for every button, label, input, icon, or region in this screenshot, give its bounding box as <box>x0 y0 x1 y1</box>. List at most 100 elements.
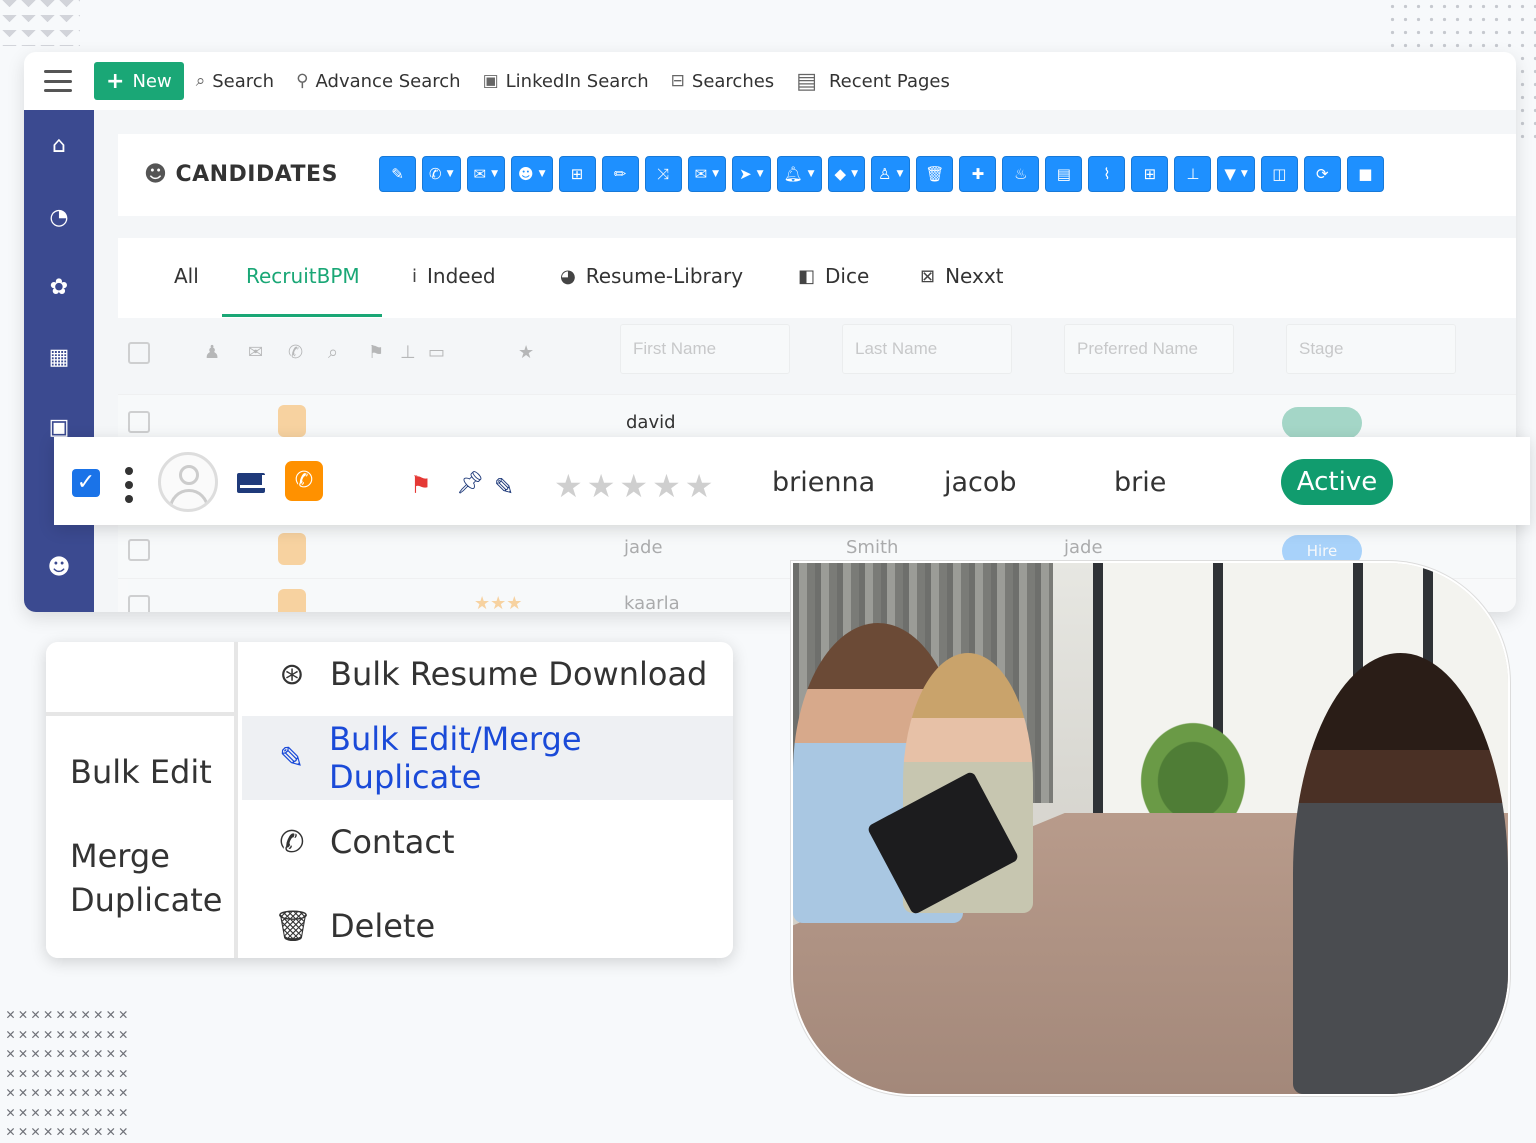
duplicate-label: Duplicate <box>70 881 223 919</box>
menu-item-bulk-resume-download[interactable]: ⊛ Bulk Resume Download <box>242 642 733 716</box>
caret-down-icon: ▼ <box>538 169 546 179</box>
status-badge-text: Active <box>1296 467 1378 497</box>
document-button[interactable]: ▤ <box>1045 156 1083 192</box>
send-dropdown-button[interactable]: ➤ ▼ <box>732 156 771 192</box>
decor-triangles <box>0 0 80 46</box>
home-icon[interactable]: ⌂ <box>43 132 75 160</box>
notify-dropdown-button[interactable]: 🔔︎ ▼ <box>776 156 822 192</box>
row-first-name: jade <box>624 537 663 558</box>
tab-indeed[interactable]: ⅰ Indeed <box>412 264 496 288</box>
menu-item-bulk-edit-merge-duplicate[interactable]: ✎ Bulk Edit/Merge Duplicate <box>242 716 733 800</box>
dashboard-icon[interactable]: ◔ <box>43 204 75 232</box>
tab-resume-library[interactable]: ◕ Resume-Library <box>560 264 743 288</box>
rating-stars: ★★★ <box>474 593 523 612</box>
star-icon: ★ <box>518 342 535 363</box>
paperclip-icon: ⌇ <box>1103 165 1111 183</box>
call-icon[interactable] <box>278 589 306 612</box>
nav-recent-pages-label: Recent Pages <box>828 70 950 92</box>
columns-button[interactable]: ◫ <box>1260 156 1298 192</box>
bulk-actions-side-panel: Bulk Edit Merge Duplicate <box>46 642 238 958</box>
top-navbar: + New ⌕ Search ⚲ Advance Search ▣ Linked… <box>24 52 1516 110</box>
tag-dropdown-button[interactable]: ◆ ▼ <box>827 156 865 192</box>
stage-filter-input[interactable] <box>1286 324 1456 374</box>
attach-button[interactable]: ⌇ <box>1088 156 1126 192</box>
nav-linkedin-search[interactable]: ▣ LinkedIn Search <box>483 71 649 92</box>
advance-search-icon: ⚲ <box>296 71 309 91</box>
tab-nexxt[interactable]: ⊠ Nexxt <box>920 264 1004 288</box>
tab-dice[interactable]: ◧ Dice <box>798 264 869 288</box>
hot-button[interactable]: ♨ <box>1002 156 1040 192</box>
call-icon[interactable] <box>278 533 306 565</box>
pencil-button[interactable]: ✏ <box>601 156 639 192</box>
tab-recruitbpm[interactable]: RecruitBPM <box>246 264 360 288</box>
email-dropdown-button[interactable]: ✉ ▼ <box>466 156 505 192</box>
call-dropdown-button[interactable]: ✆ ▼ <box>422 156 461 192</box>
delete-button[interactable]: 🗑︎ <box>916 156 954 192</box>
sidebar: ⌂ ◔ ✿ ▦ ▣ ☻ <box>24 110 94 612</box>
group-dropdown-button[interactable]: ☻ ▼ <box>511 156 553 192</box>
tab-all[interactable]: All <box>174 264 199 288</box>
caret-down-icon: ▼ <box>491 169 498 179</box>
new-button[interactable]: + New <box>94 62 184 100</box>
pin-icon[interactable]: 📌︎ <box>456 471 484 496</box>
row-checkbox[interactable] <box>128 411 150 433</box>
pencil-icon: ✏ <box>613 165 627 183</box>
bell-icon: 🔔︎ <box>783 165 803 183</box>
last-name-filter-input[interactable] <box>842 324 1012 374</box>
app-window: + New ⌕ Search ⚲ Advance Search ▣ Linked… <box>24 52 1516 612</box>
refresh-button[interactable]: ⟳ <box>1303 156 1341 192</box>
row-checkbox-checked[interactable]: ✓ <box>72 469 100 497</box>
row-first-name-david: david <box>626 412 676 433</box>
tab-recruitbpm-label: RecruitBPM <box>246 264 360 288</box>
first-name-cell: brienna <box>772 467 876 498</box>
trash-icon: 🗑︎ <box>274 908 313 944</box>
phone-icon[interactable]: ✆ <box>285 461 323 501</box>
video-button[interactable]: ■ <box>1346 156 1384 192</box>
envelope-icon[interactable] <box>237 473 265 493</box>
row-last-name: Smith <box>846 537 899 558</box>
nav-searches[interactable]: ⊟ Searches <box>671 71 775 92</box>
hamburger-menu-icon[interactable] <box>44 70 72 92</box>
add-button[interactable]: ✚ <box>959 156 997 192</box>
shuffle-button[interactable]: ⤨ <box>644 156 682 192</box>
avatar <box>158 452 218 512</box>
rating-stars[interactable]: ★★★★★ <box>554 467 717 505</box>
menu-item-contact[interactable]: ✆ Contact <box>242 800 733 884</box>
row-actions-kebab-icon[interactable] <box>124 467 134 503</box>
tab-indeed-label: Indeed <box>427 264 496 288</box>
status-badge: Active <box>1281 459 1393 505</box>
envelope-icon: ✉ <box>248 342 264 363</box>
filter-dropdown-button[interactable]: ▼ ▼ <box>1217 156 1255 192</box>
building-icon[interactable]: ▦ <box>43 344 75 372</box>
caret-down-icon: ▼ <box>712 169 720 179</box>
select-all-checkbox[interactable] <box>128 342 150 364</box>
preferred-name-filter-input[interactable] <box>1064 324 1234 374</box>
preferred-name-cell: brie <box>1114 467 1167 498</box>
pin-button[interactable]: ⊥ <box>1174 156 1212 192</box>
row-checkbox[interactable] <box>128 595 150 612</box>
selected-table-row[interactable]: ✓ ✆ ⚑ 📌︎ ✎ ★★★★★ brienna jacob brie Acti… <box>54 437 1530 525</box>
call-icon[interactable] <box>278 405 306 437</box>
mail-dropdown-button[interactable]: ✉ ▼ <box>687 156 727 192</box>
flag-icon[interactable]: ⚑ <box>410 471 432 499</box>
filter-row: ♟ ✉ ✆ ⌕ ⚑ ⊥ ▭ ★ <box>118 320 1516 388</box>
edit-button[interactable]: ✎ <box>379 156 416 192</box>
nav-advance-search[interactable]: ⚲ Advance Search <box>296 71 461 92</box>
pipeline-icon[interactable]: ✿ <box>43 274 75 302</box>
pencil-icon: ✎ <box>278 740 305 776</box>
nav-recent-pages[interactable]: ▤ Recent Pages <box>796 69 950 94</box>
edit-icon[interactable]: ✎ <box>494 473 514 501</box>
candidates-icon[interactable]: ☻ <box>43 554 75 582</box>
assign-dropdown-button[interactable]: ♙ ▼ <box>871 156 911 192</box>
recent-pages-icon: ▤ <box>796 68 817 94</box>
nav-search[interactable]: ⌕ Search <box>196 71 274 92</box>
row-checkbox[interactable] <box>128 539 150 561</box>
hierarchy-button[interactable]: ⊞ <box>558 156 596 192</box>
first-name-filter-input[interactable] <box>620 324 790 374</box>
tab-all-label: All <box>174 264 199 288</box>
grid-view-button[interactable]: ⊞ <box>1131 156 1169 192</box>
pin-icon: ⊥ <box>400 342 416 363</box>
user-assign-icon: ♙ <box>878 165 892 183</box>
menu-item-delete[interactable]: 🗑︎ Delete <box>242 884 733 958</box>
page-title: ☻ CANDIDATES <box>144 162 338 187</box>
